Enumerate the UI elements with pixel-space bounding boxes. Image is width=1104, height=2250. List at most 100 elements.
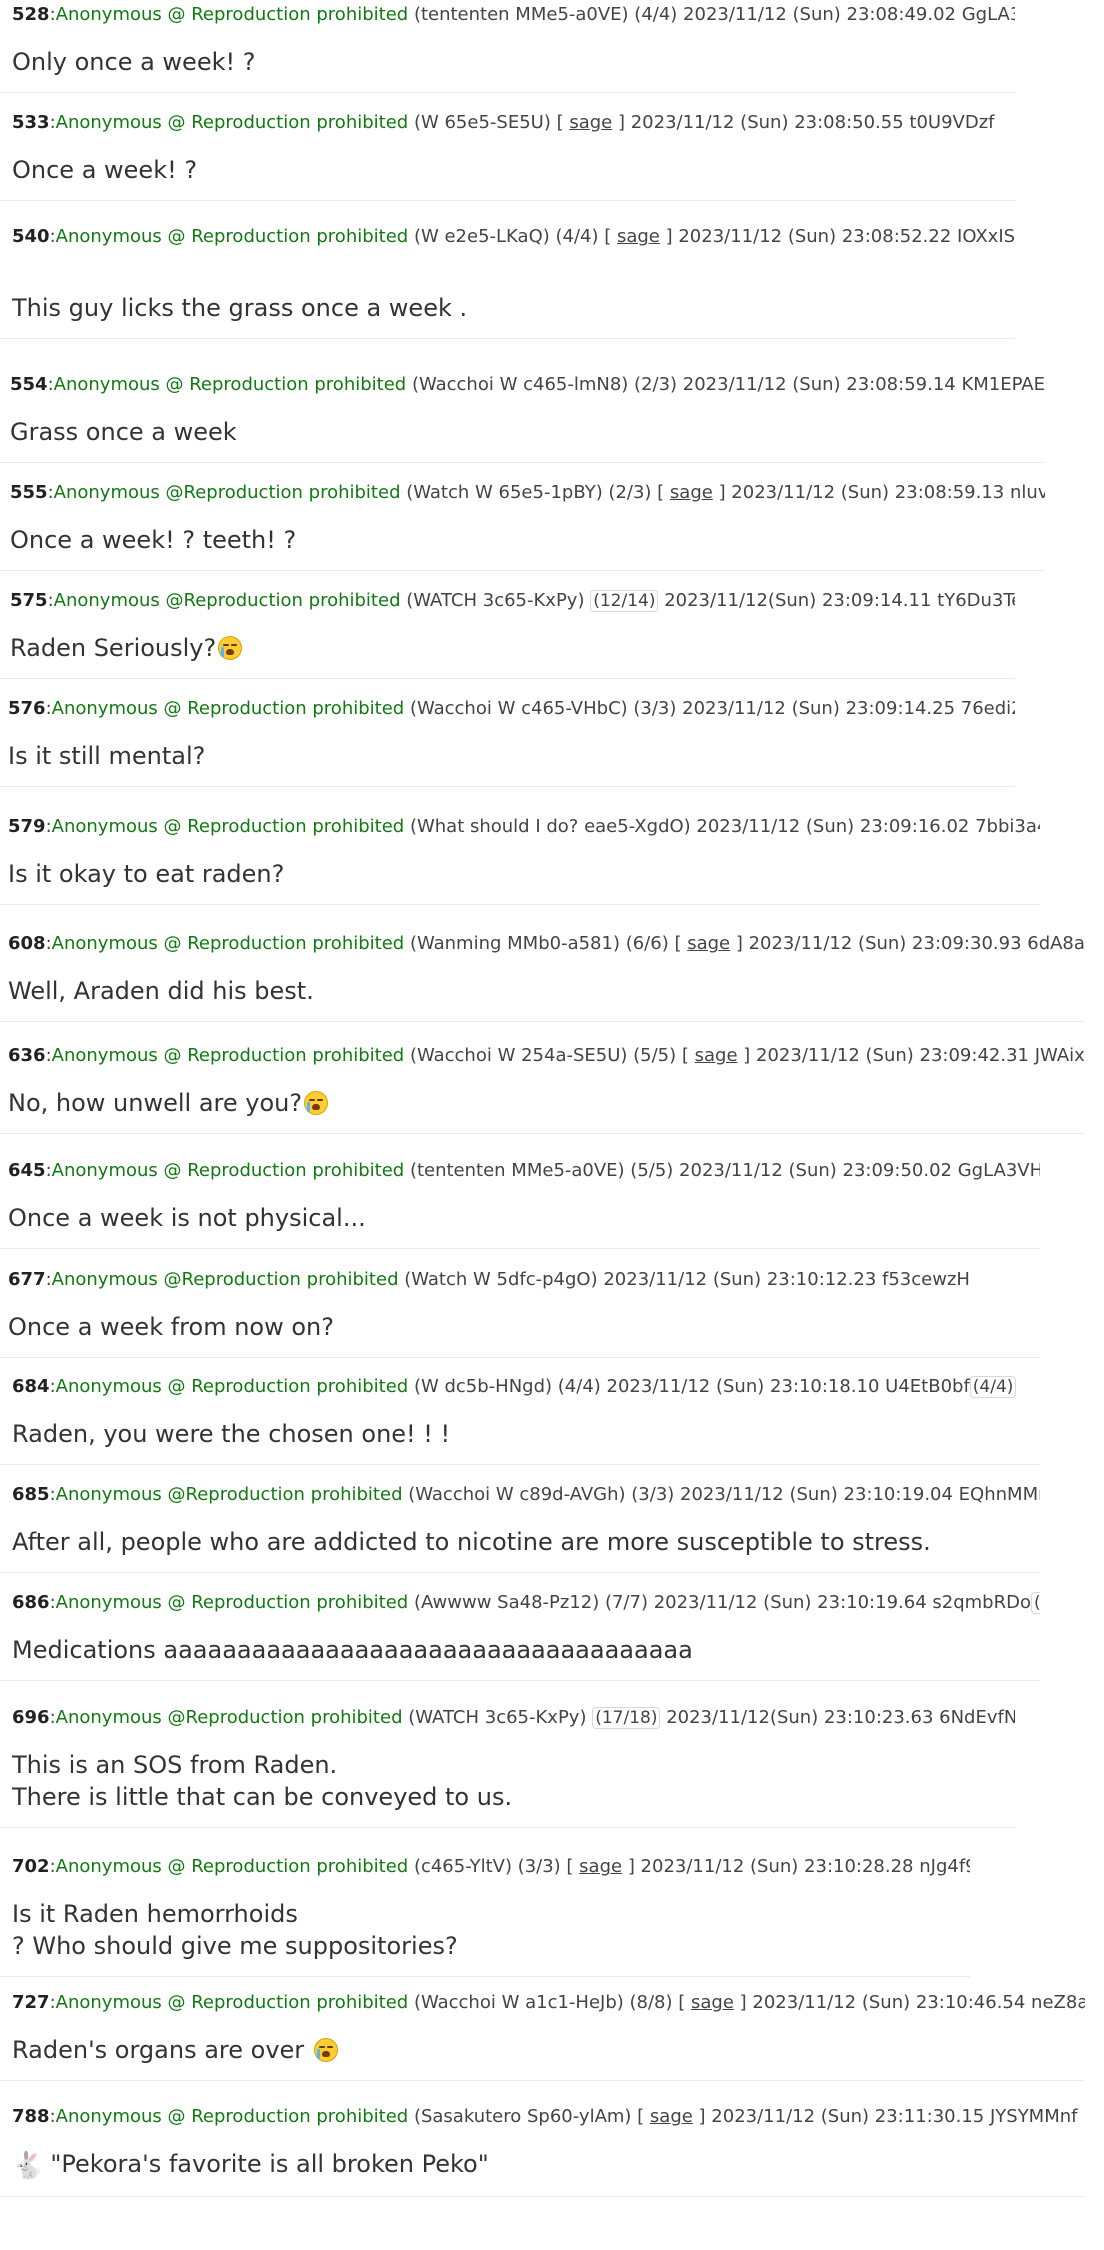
post-body: Medications aaaaaaaaaaaaaaaaaaaaaaaaaaaa… bbox=[12, 1634, 1040, 1680]
post-header: 533:Anonymous @ Reproduction prohibited … bbox=[12, 112, 995, 133]
post-text: This guy licks the grass once a week . bbox=[12, 294, 468, 322]
post-text: Well, Araden did his best. bbox=[8, 977, 314, 1005]
post-body: After all, people who are addicted to ni… bbox=[12, 1526, 1040, 1572]
post-header: 727:Anonymous @ Reproduction prohibited … bbox=[12, 1988, 1085, 2018]
post-text: Only once a week! ? bbox=[12, 48, 256, 76]
post-count-badge[interactable]: (17/18) bbox=[592, 1707, 661, 1729]
post-header: 645:Anonymous @ Reproduction prohibited … bbox=[8, 1156, 1040, 1186]
post-number[interactable]: 702 bbox=[12, 1856, 50, 1877]
post-685: 685:Anonymous @Reproduction prohibited (… bbox=[0, 1480, 1040, 1573]
post-number[interactable]: 645 bbox=[8, 1160, 46, 1181]
poster-name: Anonymous @ Reproduction prohibited bbox=[55, 226, 409, 247]
sage-link[interactable]: sage bbox=[617, 226, 660, 247]
sage-link[interactable]: sage bbox=[691, 1992, 734, 2013]
post-timestamp-id: ] 2023/11/12 (Sun) 23:11:30.15 JYSYMMnf bbox=[692, 2106, 1078, 2127]
poster-name: Anonymous @Reproduction prohibited bbox=[51, 1269, 399, 1290]
post-body: Grass once a week bbox=[10, 416, 1045, 462]
post-body: Is it still mental? bbox=[8, 740, 1015, 786]
post-696: 696:Anonymous @Reproduction prohibited (… bbox=[0, 1703, 1015, 1828]
post-timestamp-id: ] 2023/11/12 (Sun) 23:08:59.13 nluvNrSb bbox=[718, 482, 1045, 503]
post-number[interactable]: 533 bbox=[12, 112, 50, 133]
post-body: Raden's organs are over bbox=[12, 2034, 1085, 2080]
post-number[interactable]: 540 bbox=[12, 226, 50, 247]
sage-link[interactable]: sage bbox=[695, 1045, 738, 1066]
post-579: 579:Anonymous @ Reproduction prohibited … bbox=[0, 812, 1040, 905]
post-540: 540:Anonymous @ Reproduction prohibited … bbox=[0, 222, 1015, 339]
post-meta: (What should I do? eae5-XgdO) 2023/11/12… bbox=[404, 816, 1040, 837]
poster-name: Anonymous @ Reproduction prohibited bbox=[55, 112, 409, 133]
post-684: 684:Anonymous @ Reproduction prohibited … bbox=[0, 1372, 1040, 1465]
post-meta: (Wanming MMb0-a581) (6/6) [ bbox=[404, 933, 688, 954]
post-header: 702:Anonymous @ Reproduction prohibited … bbox=[12, 1852, 970, 1882]
post-number[interactable]: 788 bbox=[12, 2106, 50, 2127]
sage-link[interactable]: sage bbox=[670, 482, 713, 503]
poster-name: Anonymous @Reproduction prohibited bbox=[53, 482, 401, 503]
poster-name: Anonymous @Reproduction prohibited bbox=[53, 590, 401, 611]
sage-link[interactable]: sage bbox=[569, 112, 612, 133]
post-header: 677:Anonymous @Reproduction prohibited (… bbox=[8, 1269, 970, 1290]
post-body: Raden, you were the chosen one! ! ! bbox=[12, 1418, 1040, 1464]
post-number[interactable]: 636 bbox=[8, 1045, 46, 1066]
post-meta: (Wacchoi W c465-lmN8) (2/3) 2023/11/12 (… bbox=[406, 374, 1045, 395]
post-count-badge[interactable]: (12/14) bbox=[590, 590, 659, 612]
poster-name: Anonymous @ Reproduction prohibited bbox=[51, 1160, 405, 1181]
post-text: After all, people who are addicted to ni… bbox=[12, 1528, 931, 1556]
post-text: Is it okay to eat raden? bbox=[8, 860, 285, 888]
post-number[interactable]: 685 bbox=[12, 1484, 50, 1505]
post-header: 575:Anonymous @Reproduction prohibited (… bbox=[10, 586, 1015, 616]
post-number[interactable]: 554 bbox=[10, 374, 48, 395]
post-number[interactable]: 555 bbox=[10, 482, 48, 503]
post-header: 579:Anonymous @ Reproduction prohibited … bbox=[8, 812, 1040, 842]
post-575: 575:Anonymous @Reproduction prohibited (… bbox=[0, 586, 1015, 679]
post-meta: (Awwww Sa48-Pz12) (7/7) 2023/11/12 (Sun)… bbox=[408, 1592, 1031, 1613]
post-body: Once a week! ? bbox=[12, 154, 1015, 200]
sage-link[interactable]: sage bbox=[650, 2106, 693, 2127]
post-meta: (Wacchoi W c89d-AVGh) (3/3) 2023/11/12 (… bbox=[402, 1484, 1040, 1505]
post-header: 540:Anonymous @ Reproduction prohibited … bbox=[12, 222, 1015, 252]
post-body: This guy licks the grass once a week . bbox=[12, 292, 1015, 338]
post-number[interactable]: 684 bbox=[12, 1376, 50, 1397]
thread: 528:Anonymous @ Reproduction prohibited … bbox=[0, 0, 1104, 2250]
post-608: 608:Anonymous @ Reproduction prohibited … bbox=[0, 929, 1085, 1022]
post-header: 696:Anonymous @Reproduction prohibited (… bbox=[12, 1703, 1015, 1733]
post-timestamp-id: ] 2023/11/12 (Sun) 23:09:30.93 6dA8aGYT bbox=[730, 933, 1085, 954]
post-meta: (Watch W 65e5-1pBY) (2/3) [ bbox=[400, 482, 670, 503]
poster-name: Anonymous @ Reproduction prohibited bbox=[55, 1592, 409, 1613]
post-header: 686:Anonymous @ Reproduction prohibited … bbox=[12, 1588, 1040, 1618]
post-meta: (W dc5b-HNgd) (4/4) 2023/11/12 (Sun) 23:… bbox=[408, 1376, 970, 1397]
sage-link[interactable]: sage bbox=[579, 1856, 622, 1877]
poster-name: Anonymous @ Reproduction prohibited bbox=[55, 1376, 409, 1397]
post-body: Once a week is not physical... bbox=[8, 1202, 1040, 1248]
post-body: No, how unwell are you? bbox=[8, 1087, 1085, 1133]
post-text: No, how unwell are you? bbox=[8, 1089, 303, 1117]
post-number[interactable]: 727 bbox=[12, 1992, 50, 2013]
post-text: "Pekora's favorite is all broken Peko" bbox=[50, 2150, 489, 2178]
sage-link[interactable]: sage bbox=[687, 933, 730, 954]
post-number[interactable]: 696 bbox=[12, 1707, 50, 1728]
post-number[interactable]: 528 bbox=[12, 4, 50, 25]
post-number[interactable]: 686 bbox=[12, 1592, 50, 1613]
post-number[interactable]: 576 bbox=[8, 698, 46, 719]
post-text: Once a week! ? teeth! ? bbox=[10, 526, 297, 554]
id-count-badge[interactable]: (7/7) bbox=[1030, 1592, 1040, 1614]
poster-name: Anonymous @ Reproduction prohibited bbox=[51, 816, 405, 837]
post-meta: (tententen MMe5-a0VE) (5/5) 2023/11/12 (… bbox=[404, 1160, 1040, 1181]
rabbit-icon: 🐇 bbox=[12, 2151, 45, 2181]
id-count-badge[interactable]: (4/4) bbox=[969, 1376, 1017, 1398]
post-header: 554:Anonymous @ Reproduction prohibited … bbox=[10, 370, 1045, 400]
post-645: 645:Anonymous @ Reproduction prohibited … bbox=[0, 1156, 1040, 1249]
poster-name: Anonymous @ Reproduction prohibited bbox=[51, 698, 405, 719]
post-number[interactable]: 677 bbox=[8, 1269, 46, 1290]
post-timestamp-id: ] 2023/11/12 (Sun) 23:10:46.54 neZ8a2oz bbox=[733, 1992, 1085, 2013]
post-number[interactable]: 608 bbox=[8, 933, 46, 954]
poster-name: Anonymous @ Reproduction prohibited bbox=[53, 374, 407, 395]
post-text: Is it Raden hemorrhoids ? Who should giv… bbox=[12, 1900, 458, 1960]
crying-face-icon bbox=[218, 636, 243, 660]
post-meta: (Wacchoi W 254a-SE5U) (5/5) [ bbox=[404, 1045, 695, 1066]
post-text: Once a week! ? bbox=[12, 156, 198, 184]
post-number[interactable]: 575 bbox=[10, 590, 48, 611]
crying-face-icon bbox=[313, 2038, 338, 2062]
post-body: Is it okay to eat raden? bbox=[8, 858, 1040, 904]
post-533: 533:Anonymous @ Reproduction prohibited … bbox=[0, 108, 1015, 201]
post-number[interactable]: 579 bbox=[8, 816, 46, 837]
